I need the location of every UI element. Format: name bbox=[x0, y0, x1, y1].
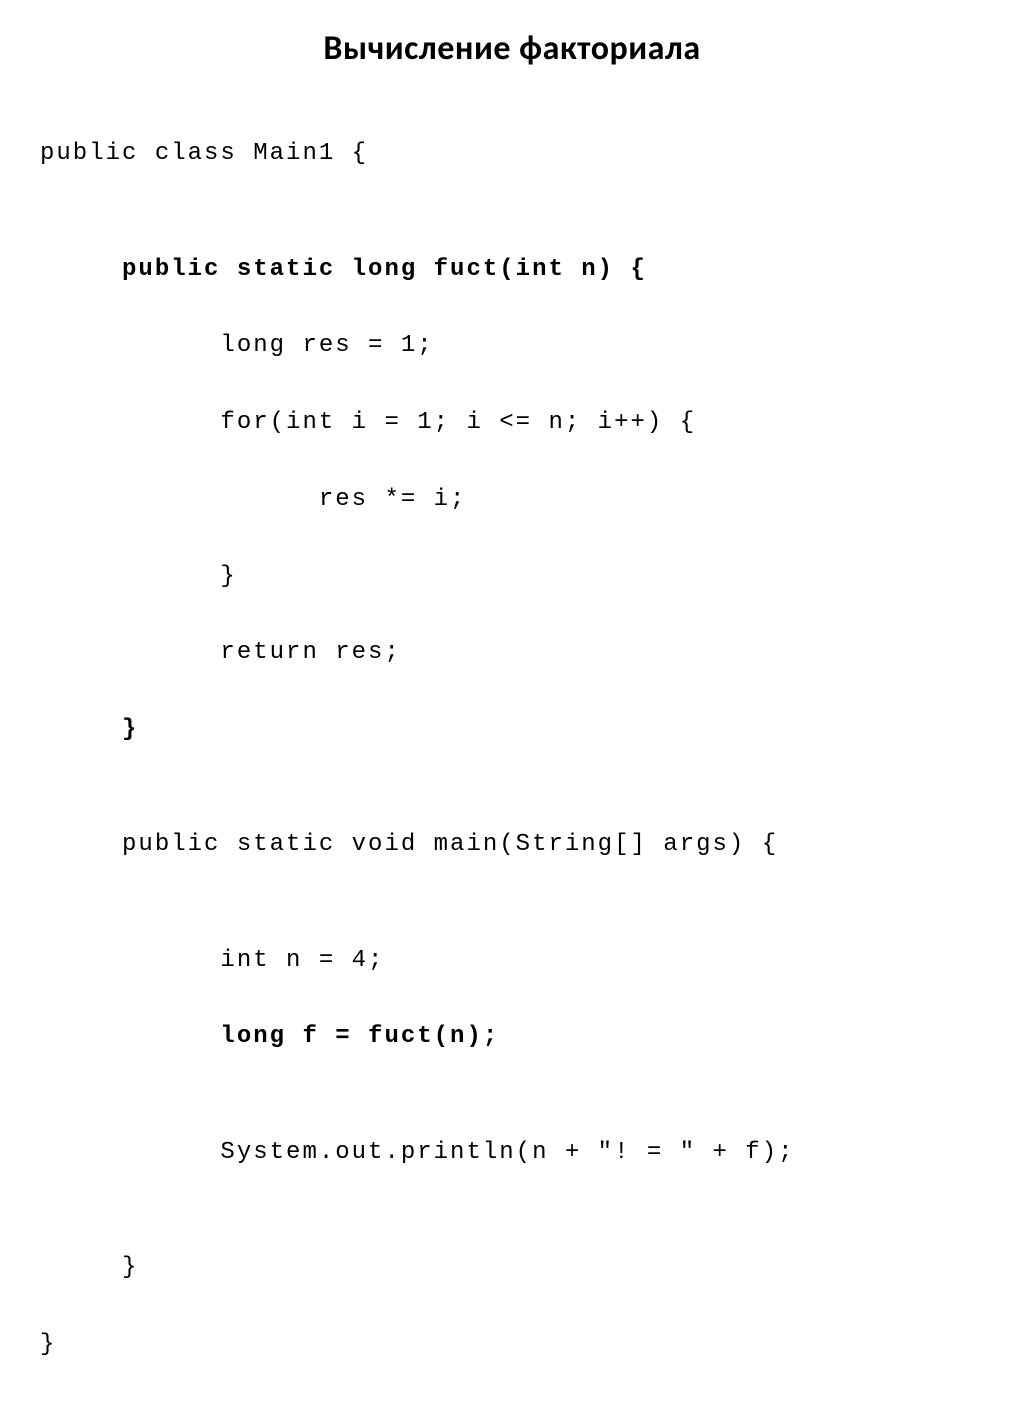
code-line: int n = 4; bbox=[40, 942, 984, 980]
code-line: } bbox=[40, 711, 984, 749]
code-line: public static long fuct(int n) { bbox=[40, 251, 984, 289]
code-line: long res = 1; bbox=[40, 327, 984, 365]
code-line: } bbox=[40, 1249, 984, 1287]
code-line: } bbox=[40, 558, 984, 596]
code-line: long f = fuct(n); bbox=[40, 1018, 984, 1056]
code-line: public class Main1 { bbox=[40, 135, 984, 173]
code-line: res *= i; bbox=[40, 481, 984, 519]
code-line: } bbox=[40, 1326, 984, 1364]
page-title: Вычисление факториала bbox=[40, 28, 984, 69]
code-listing: public class Main1 { public static long … bbox=[40, 97, 984, 1402]
code-line: for(int i = 1; i <= n; i++) { bbox=[40, 404, 984, 442]
code-line: public static void main(String[] args) { bbox=[40, 826, 984, 864]
code-line: System.out.println(n + "! = " + f); bbox=[40, 1134, 984, 1172]
code-line: return res; bbox=[40, 634, 984, 672]
